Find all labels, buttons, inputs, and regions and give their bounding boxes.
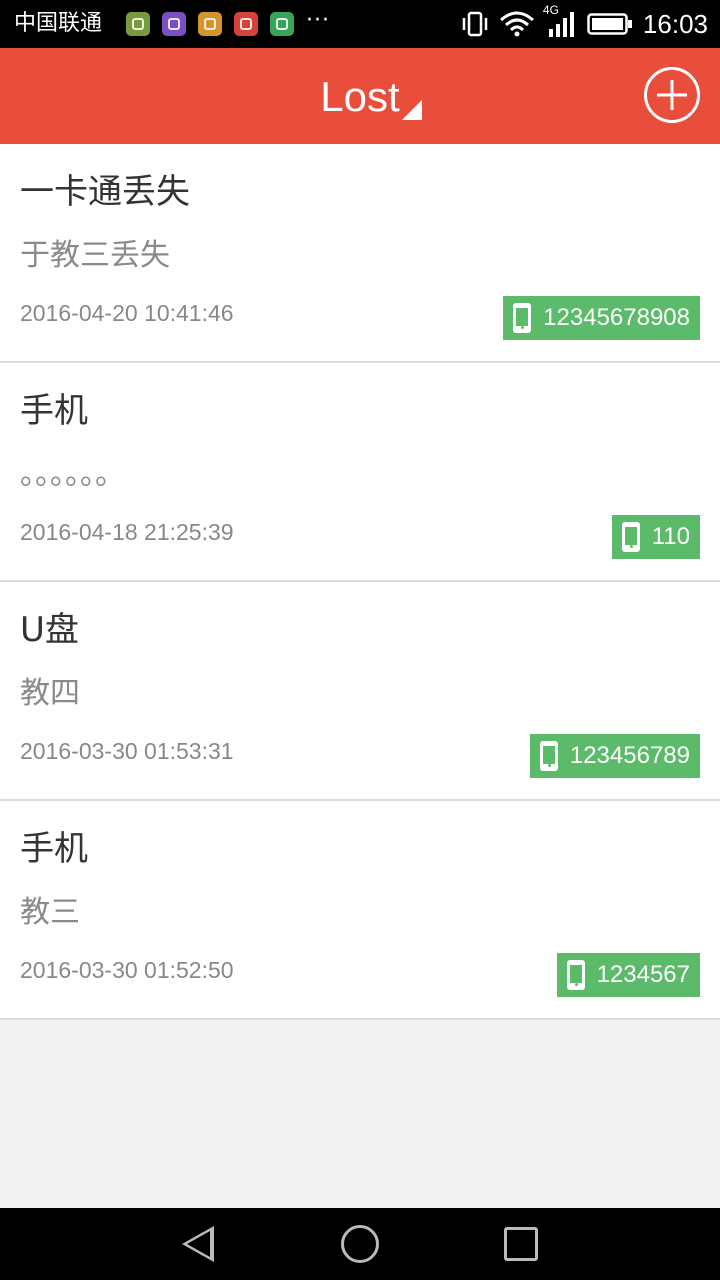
grid-notification-icon: [270, 12, 294, 36]
clock: 16:03: [642, 8, 708, 39]
phone-number: 110: [651, 523, 690, 550]
more-notifications-icon: ···: [306, 8, 330, 33]
list-item[interactable]: 手机 教三 2016-03-30 01:52:50 1234567: [0, 801, 720, 1020]
tools-notification-icon: [234, 12, 258, 36]
back-triangle-icon[interactable]: [182, 1226, 214, 1262]
list-item[interactable]: 手机 。。。。。。 2016-04-18 21:25:39 110: [0, 363, 720, 582]
item-timestamp: 2016-04-20 10:41:46: [20, 300, 234, 326]
phone-badge[interactable]: 12345678908: [503, 296, 700, 340]
phone-number: 123456789: [569, 742, 690, 769]
battery-icon: [587, 13, 632, 35]
carrier-name: 中国联通: [14, 11, 103, 36]
list-item[interactable]: U盘 教四 2016-03-30 01:53:31 123456789: [0, 582, 720, 801]
item-title: U盘: [20, 610, 79, 650]
item-title: 手机: [20, 829, 88, 869]
item-description: 。。。。。。: [20, 457, 125, 492]
add-button[interactable]: [644, 67, 700, 123]
hand-notification-icon: [198, 12, 222, 36]
phone-number: 12345678908: [543, 304, 690, 331]
phone-icon: [566, 960, 585, 990]
app-notification-icon: [126, 12, 150, 36]
phone-badge[interactable]: 123456789: [529, 734, 700, 778]
phone-number: 1234567: [596, 961, 690, 988]
item-description: 教四: [20, 676, 80, 711]
status-bar: 中国联通 ··· 4G 16:03: [0, 0, 720, 48]
title-dropdown[interactable]: Lost: [0, 72, 720, 122]
navigation-bar: [0, 1208, 720, 1280]
phone-icon: [539, 741, 558, 771]
item-timestamp: 2016-04-18 21:25:39: [20, 519, 234, 545]
item-timestamp: 2016-03-30 01:53:31: [20, 738, 234, 764]
list-item[interactable]: 一卡通丢失 于教三丢失 2016-04-20 10:41:46 12345678…: [0, 144, 720, 363]
phone-badge[interactable]: 110: [611, 515, 700, 559]
phone-icon: [621, 522, 640, 552]
item-description: 于教三丢失: [20, 238, 170, 273]
recent-square-icon[interactable]: [504, 1227, 538, 1261]
status-right: 4G 16:03: [461, 3, 708, 42]
phone-badge[interactable]: 1234567: [556, 953, 700, 997]
item-description: 教三: [20, 895, 80, 930]
wifi-icon: [499, 11, 534, 37]
lost-items-list: 一卡通丢失 于教三丢失 2016-04-20 10:41:46 12345678…: [0, 144, 720, 1020]
item-title: 手机: [20, 391, 88, 431]
page-title: Lost: [320, 73, 400, 120]
app-bar: Lost: [0, 48, 720, 144]
vibrate-icon: [462, 11, 488, 37]
gallery-notification-icon: [162, 12, 186, 36]
item-timestamp: 2016-03-30 01:52:50: [20, 957, 234, 983]
phone-icon: [513, 303, 532, 333]
item-title: 一卡通丢失: [20, 172, 190, 212]
dropdown-indicator-icon: [401, 100, 422, 120]
notification-icons: [126, 12, 294, 36]
home-circle-icon[interactable]: [341, 1225, 379, 1263]
signal-icon: 4G: [543, 3, 577, 39]
